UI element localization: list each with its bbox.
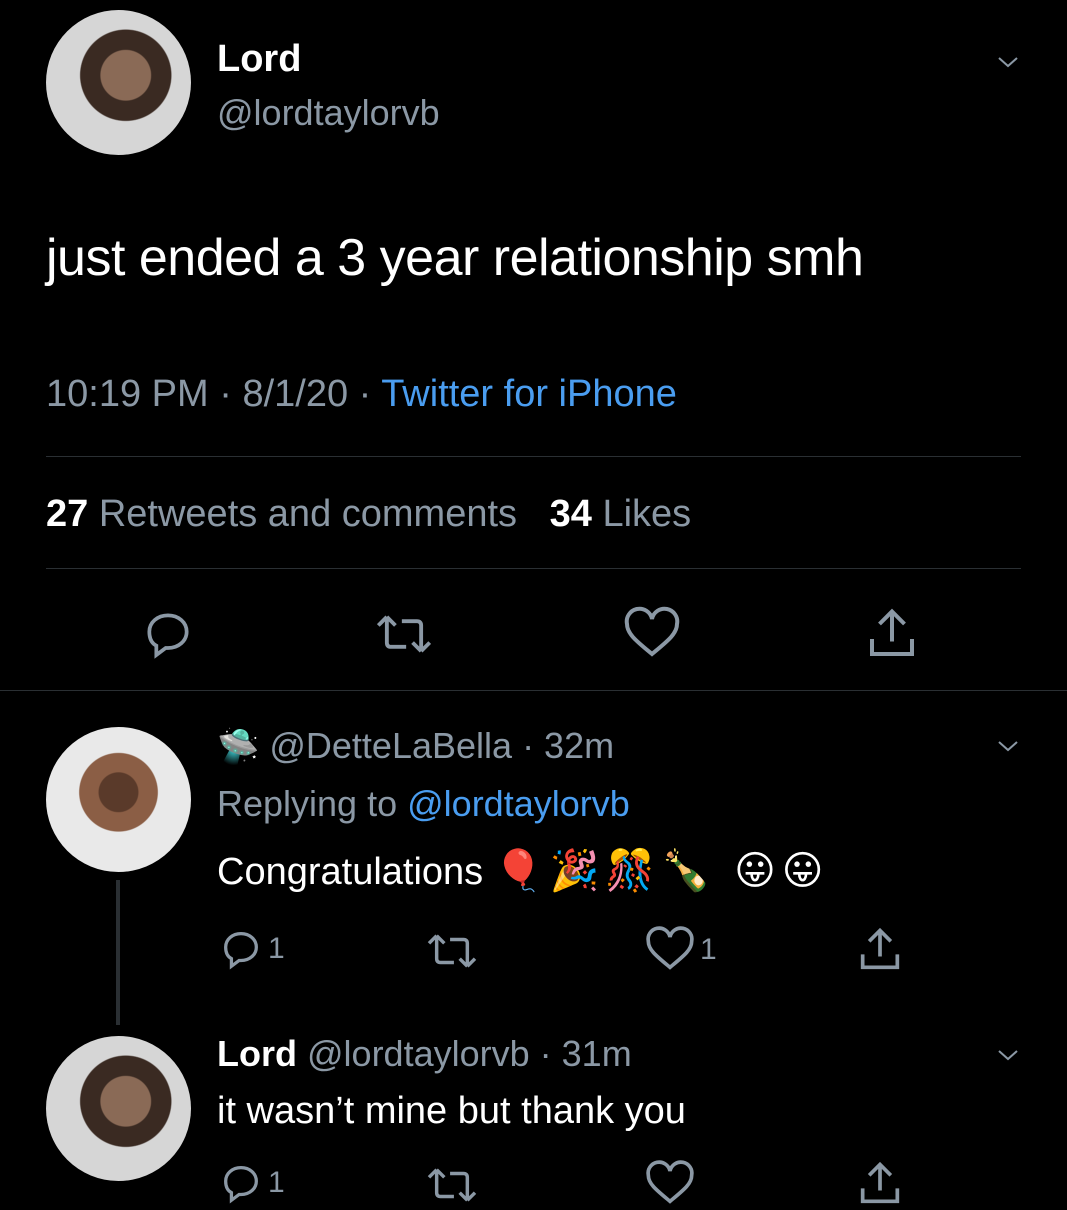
replying-to: Replying to @lordtaylorvb xyxy=(217,783,630,825)
reply2-handle[interactable]: @lordtaylorvb xyxy=(307,1033,530,1074)
divider xyxy=(0,690,1067,691)
replying-to-label: Replying to xyxy=(217,783,398,824)
reply2-text: it wasn’t mine but thank you xyxy=(217,1090,686,1132)
meta-separator: · xyxy=(358,373,372,415)
author-handle[interactable]: @lordtaylorvb xyxy=(217,92,440,134)
ufo-badge-icon: 🛸 xyxy=(217,728,260,766)
retweet-icon[interactable] xyxy=(425,1162,479,1208)
like-count: 1 xyxy=(700,933,717,966)
reply-header: 🛸 @DetteLaBella · 32m xyxy=(217,725,614,767)
tweet-source-link[interactable]: Twitter for iPhone xyxy=(381,373,677,415)
reply-action[interactable]: 1 xyxy=(218,926,285,972)
reply-emojis: 🎈🎉🎊🍾 😛😛 xyxy=(493,849,830,893)
divider xyxy=(46,568,1021,569)
share-icon[interactable] xyxy=(854,924,906,976)
reply2-name[interactable]: Lord xyxy=(217,1033,297,1074)
chevron-down-icon[interactable] xyxy=(996,50,1020,74)
likes-count: 34 xyxy=(549,493,592,535)
reply-text: Congratulations 🎈🎉🎊🍾 😛😛 xyxy=(217,847,829,894)
author-avatar[interactable] xyxy=(46,10,191,155)
share-icon[interactable] xyxy=(862,604,922,664)
reply-action[interactable]: 1 xyxy=(218,1160,285,1206)
retweets-count: 27 xyxy=(46,493,89,535)
reply-count: 1 xyxy=(268,1166,285,1199)
reply-time: · 32m xyxy=(522,725,615,766)
author-name[interactable]: Lord xyxy=(217,38,301,81)
reply-icon[interactable] xyxy=(218,926,264,972)
likes-label: Likes xyxy=(602,493,692,535)
reply-icon[interactable] xyxy=(218,1160,264,1206)
chevron-down-icon[interactable] xyxy=(996,1043,1020,1067)
like-icon[interactable] xyxy=(622,604,682,664)
reply-avatar[interactable] xyxy=(46,1036,191,1181)
reply2-header: Lord @lordtaylorvb · 31m xyxy=(217,1033,632,1075)
tweet-date: 8/1/20 xyxy=(242,373,349,415)
reply-avatar[interactable] xyxy=(46,727,191,872)
chevron-down-icon[interactable] xyxy=(996,734,1020,758)
tweet-time: 10:19 PM xyxy=(46,373,209,415)
reply-handle[interactable]: @DetteLaBella xyxy=(269,725,512,766)
tweet-text: just ended a 3 year relationship smh xyxy=(46,229,864,287)
meta-separator: · xyxy=(219,373,232,415)
share-icon[interactable] xyxy=(854,1158,906,1210)
retweets-stat[interactable]: 27 Retweets and comments xyxy=(46,493,528,535)
replying-to-handle[interactable]: @lordtaylorvb xyxy=(407,783,630,824)
retweet-icon[interactable] xyxy=(374,608,434,660)
like-icon[interactable] xyxy=(644,924,696,976)
like-icon[interactable] xyxy=(644,1158,696,1210)
thread-line xyxy=(116,880,120,1025)
reply-count: 1 xyxy=(268,932,285,965)
reply2-time: · 31m xyxy=(539,1033,632,1074)
divider xyxy=(46,456,1021,457)
tweet-stats: 27 Retweets and comments 34 Likes xyxy=(46,493,691,536)
reply-icon[interactable] xyxy=(140,606,196,662)
tweet-meta: 10:19 PM · 8/1/20 · Twitter for iPhone xyxy=(46,373,677,416)
likes-stat[interactable]: 34 Likes xyxy=(550,493,692,535)
retweet-icon[interactable] xyxy=(425,928,479,974)
retweets-label: Retweets and comments xyxy=(98,493,518,535)
like-action[interactable]: 1 xyxy=(644,924,717,976)
reply-text-body: Congratulations xyxy=(217,851,484,893)
